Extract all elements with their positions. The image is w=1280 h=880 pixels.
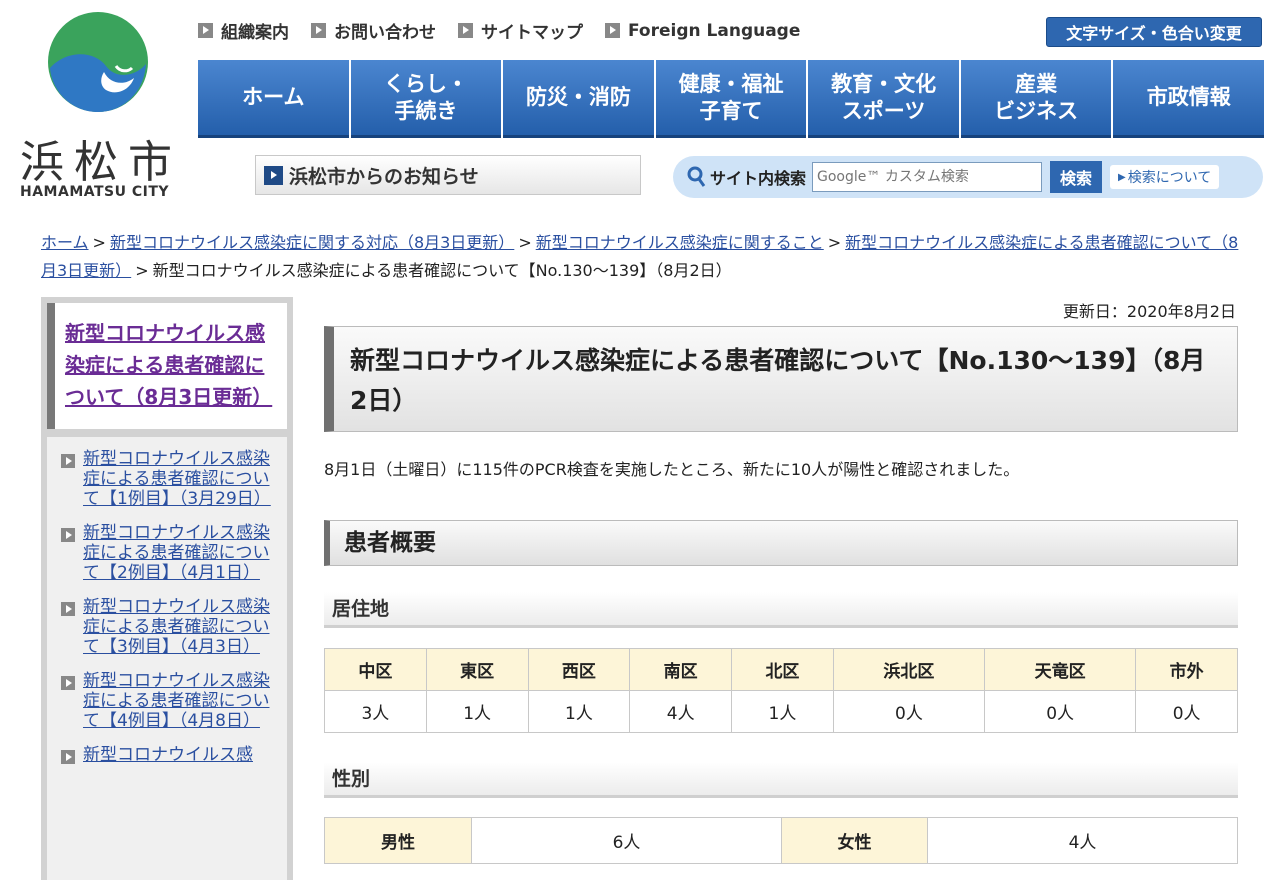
search-label: サイト内検索 [710,169,807,188]
arrow-icon [61,750,75,764]
breadcrumb-current: 新型コロナウイルス感染症による患者確認について【No.130〜139】（8月2日… [152,261,732,280]
nav-health[interactable]: 健康・福祉 子育て [655,60,807,138]
sidebar: 新型コロナウイルス感染症による患者確認について（8月3日更新） 新型コロナウイル… [41,297,293,880]
utility-link-organization[interactable]: 組織案内 [198,18,289,43]
breadcrumb-link[interactable]: ホーム [41,233,89,252]
arrow-icon [311,23,326,38]
sidebar-item-link[interactable]: 新型コロナウイルス感染症による患者確認について【4例目】（4月8日） [83,671,279,731]
residence-heading: 居住地 [324,592,1238,628]
logo-text: 浜松市 [20,137,182,188]
nav-industry[interactable]: 産業 ビジネス [960,60,1112,138]
breadcrumb-link[interactable]: 新型コロナウイルス感染症に関すること [536,233,824,252]
nav-home[interactable]: ホーム [198,60,349,138]
table-cell: 1人 [731,690,834,733]
nav-disaster[interactable]: 防災・消防 [503,60,654,138]
utility-link-sitemap[interactable]: サイトマップ [458,18,583,43]
arrow-icon [605,23,620,38]
search-input[interactable] [812,162,1043,192]
table-cell: 0人 [832,690,986,733]
global-nav: ホーム くらし・ 手続き 防災・消防 健康・福祉 子育て 教育・文化 スポーツ … [198,60,1265,138]
arrow-icon [61,602,75,616]
list-item: 新型コロナウイルス感染症による患者確認について【4例目】（4月8日） [61,671,279,731]
sex-table: 男性 6人 女性 4人 [324,817,1238,864]
search-help-link[interactable]: ▶ 検索について [1110,165,1220,189]
caret-right-icon: ▶ [1118,171,1126,183]
magnifier-icon [687,166,706,187]
table-header: 南区 [629,648,733,691]
page-title: 新型コロナウイルス感染症による患者確認について【No.130〜139】（8月2日… [324,326,1238,432]
list-item: 新型コロナウイルス感染症による患者確認について【2例目】（4月1日） [61,523,279,583]
site-logo[interactable]: 浜松市 HAMAMATSU CITY [18,8,183,200]
table-header: 天竜区 [984,648,1137,691]
lead-text: 8月1日（土曜日）に115件のPCR検査を実施したところ、新たに10人が陽性と確… [324,460,1020,479]
table-header: 浜北区 [832,648,986,691]
arrow-icon [61,528,75,542]
breadcrumb-link[interactable]: 新型コロナウイルス感染症に関する対応（8月3日更新） [110,233,514,252]
table-header: 市外 [1135,648,1238,691]
notice-label: 浜松市からのお知らせ [289,165,479,188]
table-header: 東区 [425,648,529,691]
nav-city-info[interactable]: 市政情報 [1113,60,1265,138]
arrow-icon [264,165,283,185]
text-size-color-button[interactable]: 文字サイズ・色合い変更 [1046,17,1262,47]
table-header: 西区 [527,648,631,691]
logo-subtitle: HAMAMATSU CITY [20,184,170,200]
list-item: 新型コロナウイルス感染症による患者確認について【1例目】（3月29日） [61,449,279,509]
site-search: サイト内検索 検索 ▶ 検索について [673,156,1263,198]
table-cell: 6人 [471,817,782,864]
notice-link[interactable]: 浜松市からのお知らせ [255,155,641,195]
utility-nav: 組織案内 お問い合わせ サイトマップ Foreign Language [198,18,800,43]
table-cell: 1人 [425,690,529,733]
list-item: 新型コロナウイルス感 [61,745,279,765]
table-cell: 1人 [527,690,631,733]
arrow-icon [458,23,473,38]
sex-heading: 性別 [324,762,1238,798]
search-button[interactable]: 検索 [1050,161,1103,193]
table-header: 女性 [781,817,928,864]
breadcrumb: ホーム > 新型コロナウイルス感染症に関する対応（8月3日更新） > 新型コロナウイルス… [41,233,1239,280]
residence-table: 中区 東区 西区 南区 北区 浜北区 天竜区 市外 3人 1人 1人 4人 1人… [324,648,1238,733]
nav-living[interactable]: くらし・ 手続き [350,60,502,138]
table-row: 中区 東区 西区 南区 北区 浜北区 天竜区 市外 [324,648,1238,691]
table-row: 男性 6人 女性 4人 [324,817,1238,864]
city-emblem-icon [48,12,148,112]
sidebar-heading: 新型コロナウイルス感染症による患者確認について（8月3日更新） [47,303,287,429]
utility-link-foreign-language[interactable]: Foreign Language [605,18,800,43]
sidebar-item-link[interactable]: 新型コロナウイルス感染症による患者確認について【1例目】（3月29日） [83,449,279,509]
nav-education[interactable]: 教育・文化 スポーツ [808,60,959,138]
sidebar-heading-link[interactable]: 新型コロナウイルス感染症による患者確認について（8月3日更新） [65,321,272,409]
table-cell: 0人 [984,690,1137,733]
table-cell: 4人 [927,817,1238,864]
table-cell: 3人 [324,690,427,733]
sidebar-item-link[interactable]: 新型コロナウイルス感 [83,745,253,765]
table-header: 北区 [731,648,834,691]
table-row: 3人 1人 1人 4人 1人 0人 0人 0人 [324,690,1238,733]
table-header: 男性 [324,817,472,864]
updated-date: 更新日：2020年8月2日 [1062,302,1236,321]
sidebar-item-link[interactable]: 新型コロナウイルス感染症による患者確認について【3例目】（4月3日） [83,597,279,657]
arrow-icon [198,23,213,38]
utility-link-contact[interactable]: お問い合わせ [311,18,436,43]
sidebar-item-link[interactable]: 新型コロナウイルス感染症による患者確認について【2例目】（4月1日） [83,523,279,583]
table-cell: 0人 [1135,690,1238,733]
sidebar-list: 新型コロナウイルス感染症による患者確認について【1例目】（3月29日） 新型コロ… [47,437,287,880]
table-cell: 4人 [629,690,733,733]
arrow-icon [61,454,75,468]
arrow-icon [61,676,75,690]
section-heading: 患者概要 [324,520,1238,566]
table-header: 中区 [324,648,427,691]
list-item: 新型コロナウイルス感染症による患者確認について【3例目】（4月3日） [61,597,279,657]
